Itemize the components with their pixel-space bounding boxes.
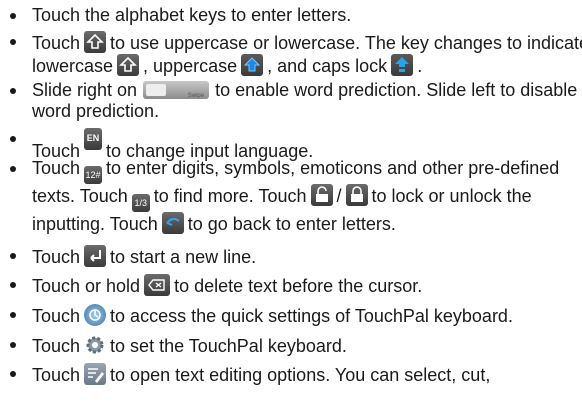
bullet	[10, 253, 16, 259]
item-text: Touch the alphabet keys to enter letters…	[32, 5, 352, 25]
item-text: Slide right on	[32, 80, 138, 100]
list-item: Touch to use uppercase or lowercase. The …	[0, 31, 582, 77]
page-key-label: 1/3	[134, 198, 147, 208]
item-text: Touch	[32, 336, 81, 356]
list-item: Slide right on Swipe to enable word predic…	[0, 80, 582, 122]
bullet	[10, 166, 16, 172]
next-page-key-icon: 1/3	[131, 194, 150, 212]
gear-icon	[84, 334, 106, 356]
item-text: to set the TouchPal keyboard.	[110, 336, 347, 356]
item-text: Touch	[32, 365, 81, 385]
bullet	[10, 88, 16, 94]
quick-settings-icon	[84, 304, 107, 326]
uppercase-shift-icon	[241, 54, 264, 76]
lowercase-shift-icon	[117, 54, 140, 76]
item-text: to open text editing options. You can se…	[110, 365, 491, 385]
enter-key-icon	[84, 245, 107, 267]
bullet	[10, 312, 16, 318]
bullet	[10, 342, 16, 348]
slider-knob	[146, 84, 167, 96]
bullet	[10, 282, 16, 288]
item-text: Touch	[32, 306, 81, 326]
lock-icon	[345, 184, 368, 206]
list-item: Touch to set the TouchPal keyboard.	[0, 334, 582, 357]
bullet	[10, 39, 16, 45]
item-text: , uppercase	[143, 56, 238, 76]
bullet	[10, 371, 16, 377]
item-text: Touch	[32, 247, 81, 267]
item-text: Touch or hold	[32, 276, 141, 296]
item-text: to start a new line.	[110, 247, 257, 267]
item-text: to delete text before the cursor.	[174, 276, 423, 296]
item-text: to find more. Touch	[153, 186, 307, 206]
language-key-label: EN	[86, 133, 100, 143]
list-item: Touch to start a new line.	[0, 245, 582, 268]
item-text: .	[417, 56, 423, 76]
shift-key-icon	[84, 31, 107, 53]
language-key-icon: EN…	[84, 128, 103, 161]
symbols-key-label: 12#	[85, 170, 101, 180]
caps-lock-icon	[391, 54, 414, 76]
text-edit-icon	[84, 363, 107, 385]
backspace-key-icon	[144, 274, 171, 296]
symbols-key-icon: 12#	[84, 166, 103, 184]
list-item: Touch 12# to enter digits, symbols, emotic…	[0, 158, 582, 235]
bullet	[10, 13, 16, 19]
item-text: /	[336, 186, 342, 206]
item-text: , and caps lock	[267, 56, 388, 76]
item-text: to access the quick settings of TouchPal…	[110, 306, 513, 326]
bullet	[10, 136, 16, 142]
unlock-icon	[310, 184, 333, 206]
slider-label: Swipe	[187, 93, 205, 99]
list-item: TouchEN… to change input language.	[0, 128, 582, 162]
item-text: Touch	[32, 158, 81, 178]
word-prediction-slider-icon: Swipe	[143, 81, 210, 99]
list-item: Touch to open text editing options. You c…	[0, 363, 582, 386]
list-item: Touch the alphabet keys to enter letters…	[0, 5, 582, 26]
list-item: Touch to access the quick settings of Tou…	[0, 304, 582, 327]
list-item: Touch or hold to delete text before the c…	[0, 274, 582, 297]
back-arrow-icon	[161, 212, 184, 234]
item-text: to go back to enter letters.	[187, 214, 396, 234]
item-text: Touch	[32, 33, 81, 53]
